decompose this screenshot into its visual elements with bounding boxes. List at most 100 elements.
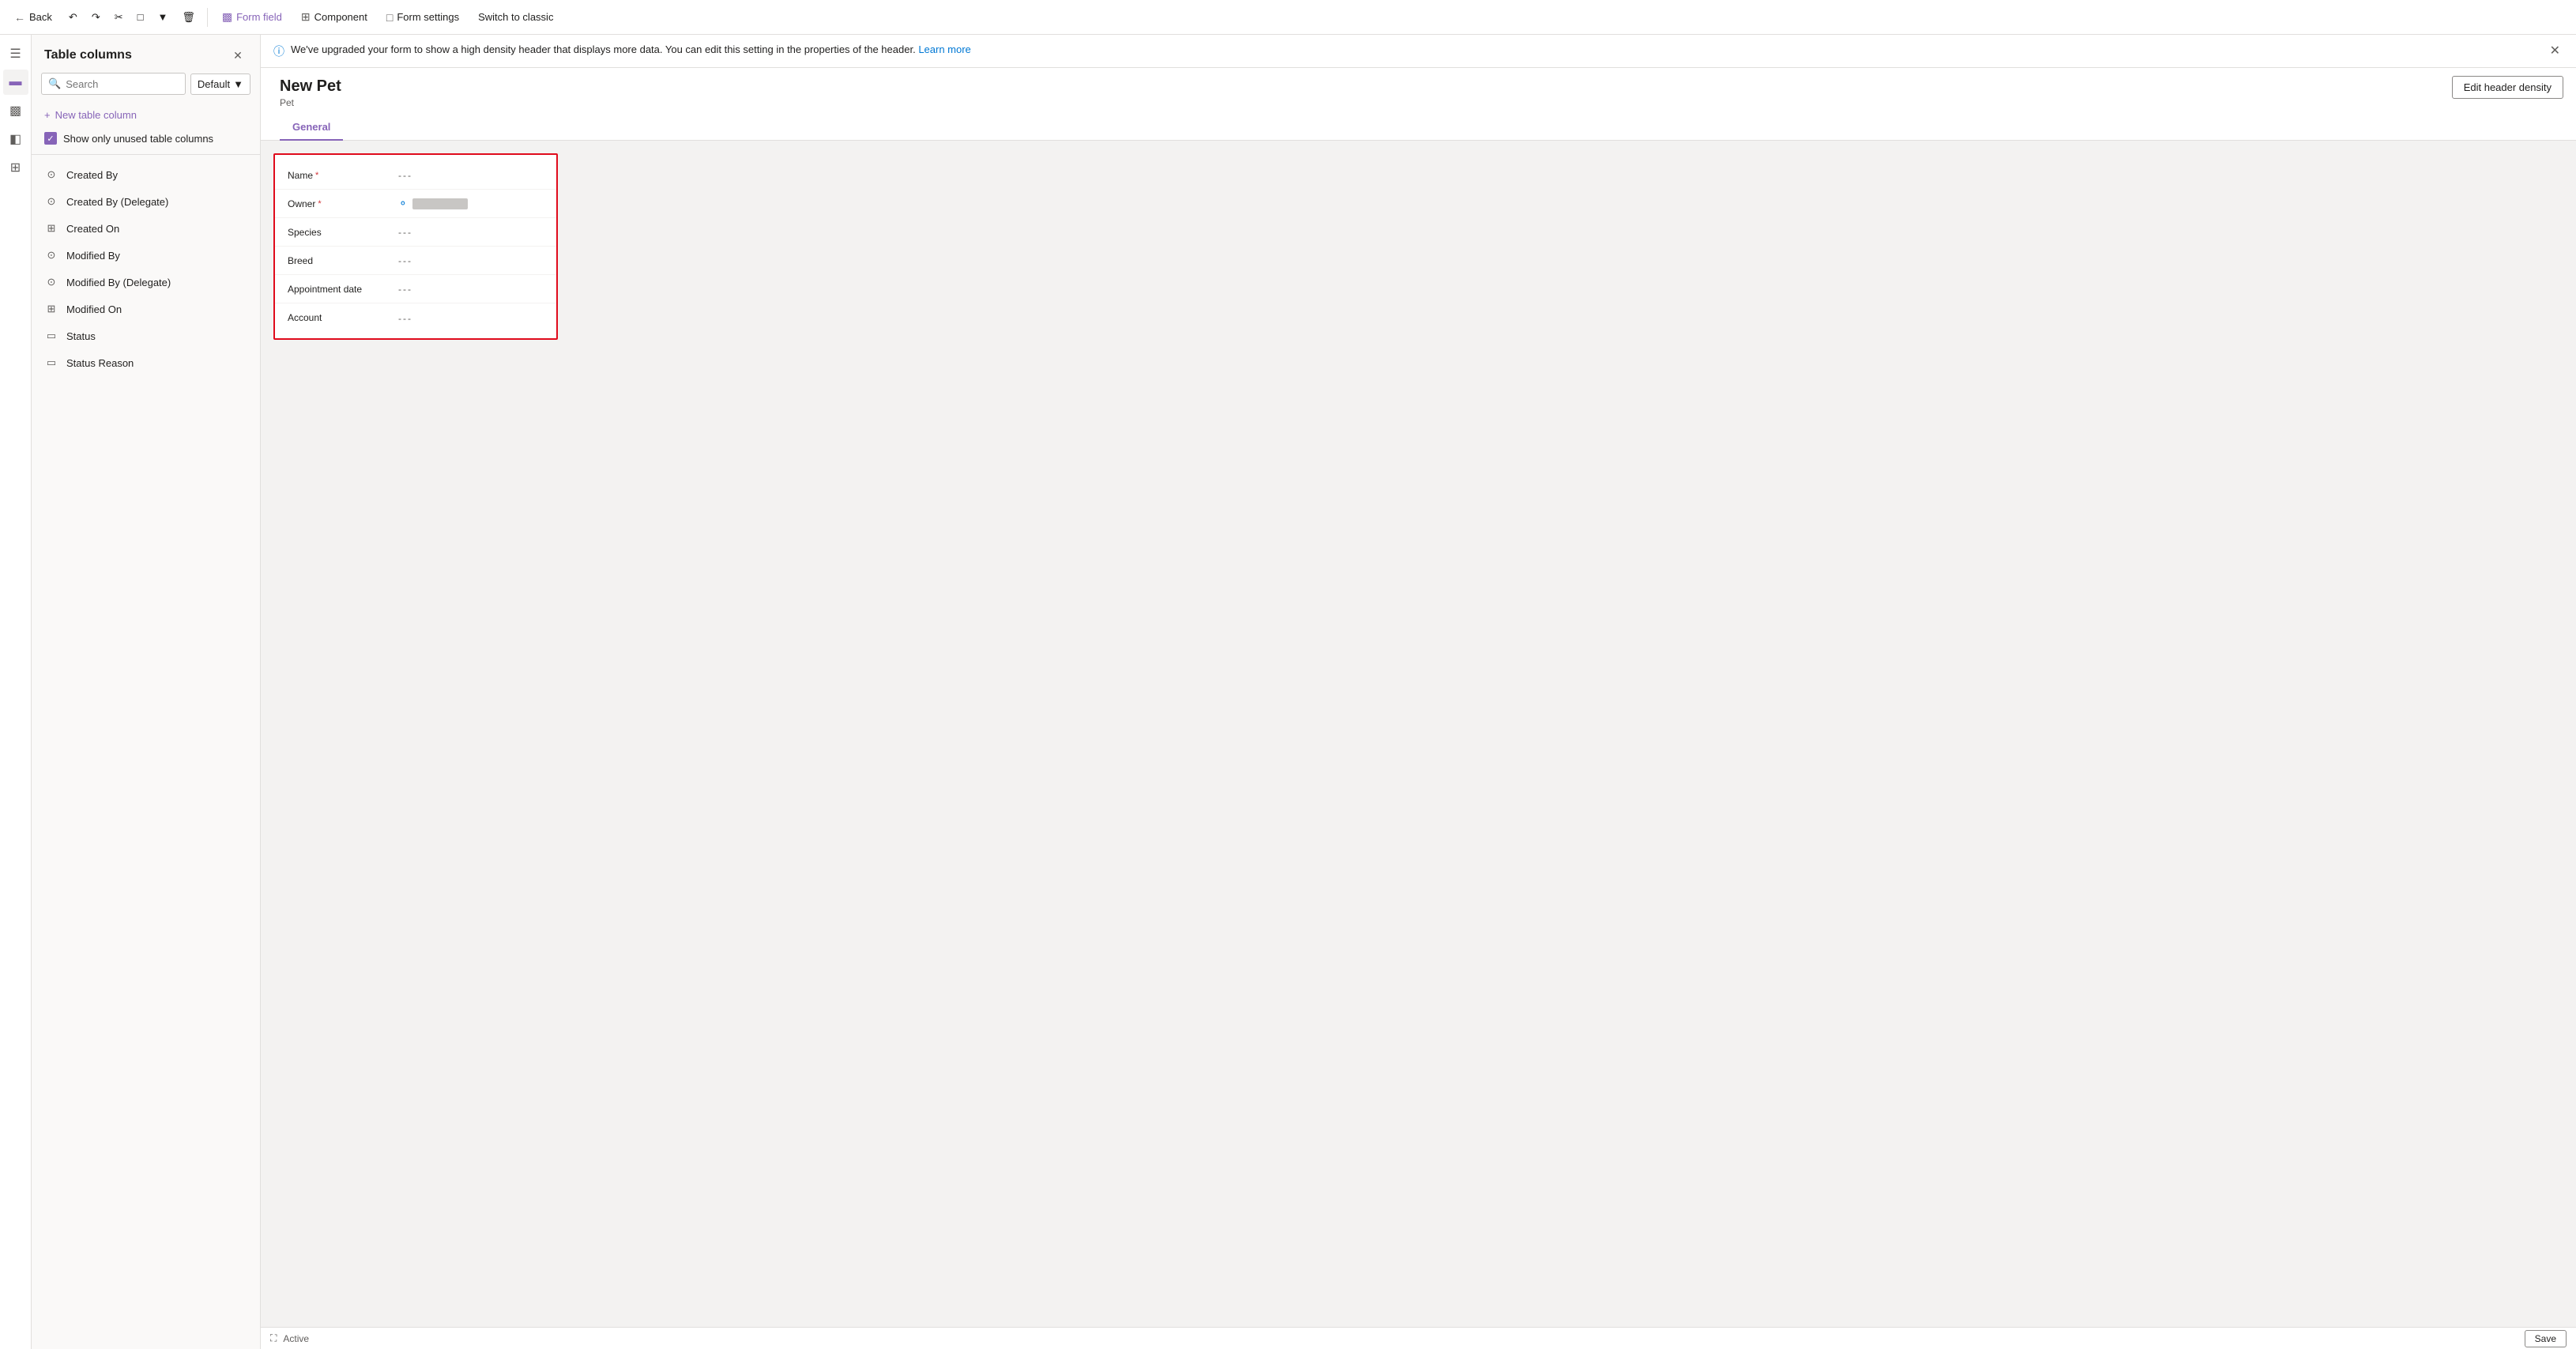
form-header-area: New Pet Pet General — [261, 68, 2576, 141]
column-type-icon: ⊙ — [44, 168, 58, 182]
field-value: --- — [398, 283, 544, 295]
status-text: Active — [283, 1333, 309, 1344]
new-column-button[interactable]: + New table column — [32, 103, 260, 127]
info-icon: ⓘ — [273, 43, 284, 59]
form-field-row[interactable]: Appointment date --- — [275, 275, 556, 303]
column-type-icon: ▭ — [44, 329, 58, 343]
column-type-icon: ⊙ — [44, 248, 58, 262]
column-type-icon: ⊙ — [44, 275, 58, 289]
rail-layers-button[interactable]: ◧ — [3, 126, 28, 152]
info-close-button[interactable]: ✕ — [2547, 43, 2563, 58]
search-box[interactable]: 🔍 — [41, 73, 186, 95]
form-field-row[interactable]: Species --- — [275, 218, 556, 247]
columns-icon: ▬ — [9, 75, 22, 89]
back-button[interactable]: ← Back — [6, 7, 60, 28]
column-item-label: Modified On — [66, 303, 122, 315]
delete-button[interactable]: 🗑 — [176, 7, 201, 28]
undo-icon: ↶ — [69, 11, 77, 24]
column-type-icon: ⊙ — [44, 194, 58, 209]
rail-menu-button[interactable]: ☰ — [3, 41, 28, 66]
info-banner: ⓘ We've upgraded your form to show a hig… — [261, 35, 2576, 68]
rail-columns-button[interactable]: ▬ — [3, 70, 28, 95]
form-settings-button[interactable]: □ Form settings — [378, 7, 467, 28]
undo-button[interactable]: ↶ — [63, 7, 83, 28]
toolbar: ← Back ↶ ↷ ✂ □ ▼ 🗑 ▩ Form field ⊞ Compon… — [0, 0, 2576, 35]
column-item-label: Modified By — [66, 250, 120, 262]
column-type-icon: ⊞ — [44, 221, 58, 236]
more-icon: ▼ — [157, 11, 168, 23]
component-button[interactable]: ⊞ Component — [293, 6, 375, 28]
redo-button[interactable]: ↷ — [86, 7, 106, 28]
form-field-icon: ▩ — [222, 10, 232, 24]
rail-components-button[interactable]: ▩ — [3, 98, 28, 123]
cut-button[interactable]: ✂ — [109, 7, 129, 28]
rail-data-button[interactable]: ⊞ — [3, 155, 28, 180]
default-dropdown[interactable]: Default ▼ — [190, 73, 250, 95]
form-field-row[interactable]: Breed --- — [275, 247, 556, 275]
copy-icon: □ — [137, 11, 144, 23]
close-panel-button[interactable]: ✕ — [228, 46, 247, 65]
form-settings-label: Form settings — [397, 11, 459, 23]
copy-button[interactable]: □ — [132, 7, 149, 27]
edit-header-density-button[interactable]: Edit header density — [2452, 76, 2563, 99]
icon-rail: ☰ ▬ ▩ ◧ ⊞ — [0, 35, 32, 1349]
required-star: * — [315, 171, 318, 180]
form-field-button[interactable]: ▩ Form field — [214, 6, 290, 28]
owner-name-placeholder — [412, 198, 468, 209]
field-value: --- — [398, 169, 544, 181]
list-item[interactable]: ⊙ Modified By — [32, 242, 260, 269]
column-item-label: Status — [66, 330, 96, 342]
search-icon: 🔍 — [48, 77, 61, 90]
separator-1 — [207, 8, 208, 27]
list-item[interactable]: ⊙ Created By (Delegate) — [32, 188, 260, 215]
form-field-row[interactable]: Owner* ⚬ — [275, 190, 556, 218]
back-label: Back — [29, 11, 52, 23]
side-panel-title: Table columns — [44, 48, 132, 62]
new-column-label: New table column — [55, 109, 137, 121]
info-text: We've upgraded your form to show a high … — [291, 43, 2540, 57]
column-item-label: Created By — [66, 169, 118, 181]
show-unused-checkbox-row[interactable]: ✓ Show only unused table columns — [32, 127, 260, 154]
learn-more-link[interactable]: Learn more — [918, 43, 970, 55]
more-button[interactable]: ▼ — [152, 7, 173, 27]
form-subtitle: Pet — [280, 97, 2557, 108]
expand-icon[interactable]: ⛶ — [270, 1332, 277, 1344]
field-label: Species — [288, 227, 398, 238]
form-canvas: Edit header density New Pet Pet General … — [261, 68, 2576, 1327]
search-row: 🔍 Default ▼ — [32, 73, 260, 103]
show-unused-checkbox[interactable]: ✓ — [44, 132, 57, 145]
cut-icon: ✂ — [115, 11, 123, 24]
column-type-icon: ⊞ — [44, 302, 58, 316]
default-label: Default — [198, 78, 230, 90]
list-item[interactable]: ▭ Status Reason — [32, 349, 260, 376]
list-item[interactable]: ⊞ Modified On — [32, 296, 260, 322]
field-dots: --- — [398, 170, 412, 181]
list-item[interactable]: ▭ Status — [32, 322, 260, 349]
form-field-row[interactable]: Account --- — [275, 303, 556, 332]
side-panel-header: Table columns ✕ — [32, 35, 260, 73]
column-item-label: Created By (Delegate) — [66, 196, 168, 208]
data-icon: ⊞ — [10, 160, 21, 175]
field-value: --- — [398, 254, 544, 266]
list-item[interactable]: ⊞ Created On — [32, 215, 260, 242]
column-type-icon: ▭ — [44, 356, 58, 370]
search-input[interactable] — [66, 78, 179, 90]
tab-bar: General — [280, 115, 2557, 140]
list-item[interactable]: ⊙ Created By — [32, 161, 260, 188]
list-item[interactable]: ⊙ Modified By (Delegate) — [32, 269, 260, 296]
field-value: --- — [398, 226, 544, 238]
switch-classic-label: Switch to classic — [478, 11, 553, 23]
content-area: ⓘ We've upgraded your form to show a hig… — [261, 35, 2576, 1349]
side-panel: Table columns ✕ 🔍 Default ▼ + New table … — [32, 35, 261, 1349]
field-label: Name* — [288, 170, 398, 181]
field-dots: --- — [398, 255, 412, 266]
form-field-row[interactable]: Name* --- — [275, 161, 556, 190]
field-dots: --- — [398, 313, 412, 324]
tab-general[interactable]: General — [280, 115, 343, 141]
field-label: Appointment date — [288, 284, 398, 295]
save-button[interactable]: Save — [2525, 1330, 2567, 1347]
field-value: ⚬ — [398, 197, 544, 210]
switch-classic-button[interactable]: Switch to classic — [470, 7, 561, 27]
back-icon: ← — [14, 11, 25, 24]
column-list: ⊙ Created By ⊙ Created By (Delegate) ⊞ C… — [32, 158, 260, 1349]
